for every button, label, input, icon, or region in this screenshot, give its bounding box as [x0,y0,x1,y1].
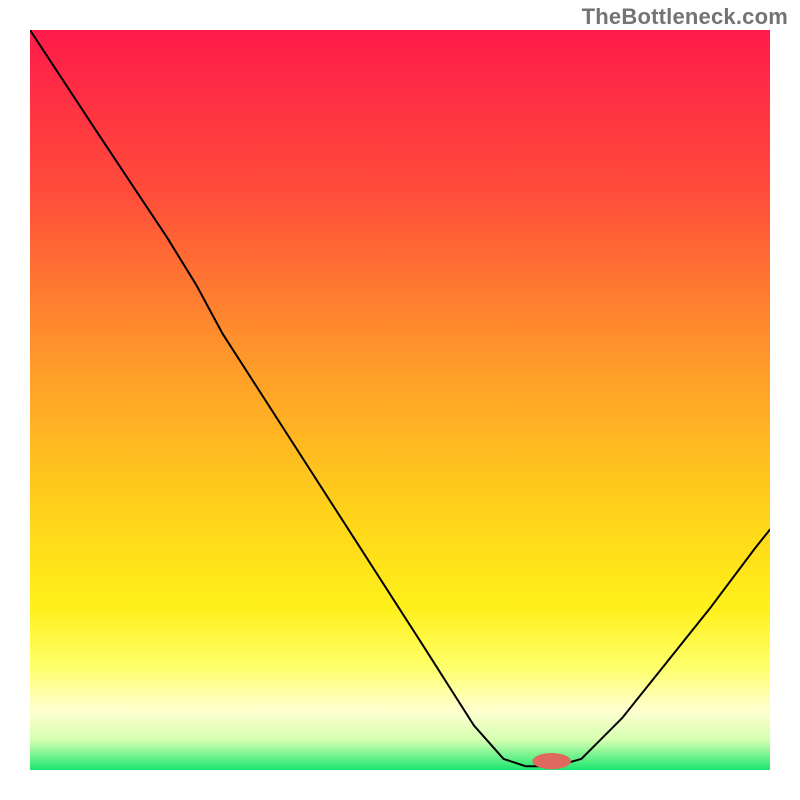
bottleneck-chart-svg [30,30,770,770]
gradient-background [30,30,770,770]
optimal-marker [532,753,570,769]
chart-container: TheBottleneck.com [0,0,800,800]
watermark-text: TheBottleneck.com [582,4,788,30]
chart-area [30,30,770,770]
